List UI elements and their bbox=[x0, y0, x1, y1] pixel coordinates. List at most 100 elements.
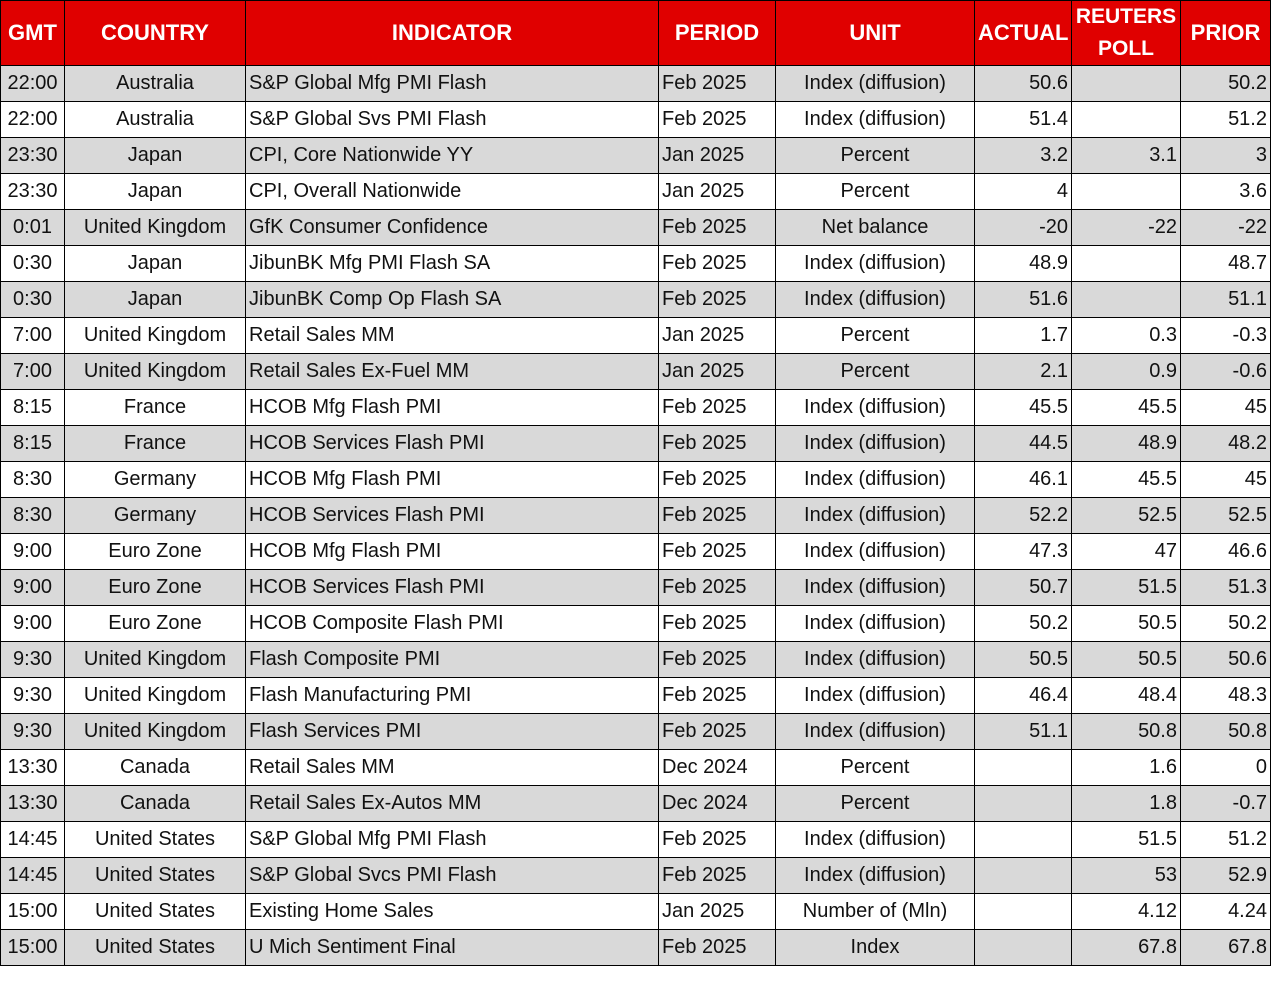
cell-country: Japan bbox=[64, 137, 246, 174]
table-row: 7:00 United Kingdom Retail Sales MM Jan 202… bbox=[0, 317, 1271, 354]
cell-actual: 2.1 bbox=[974, 353, 1072, 390]
cell-country: United Kingdom bbox=[64, 677, 246, 714]
cell-indicator: CPI, Overall Nationwide bbox=[245, 173, 659, 210]
table-row: 22:00 Australia S&P Global Svs PMI Flash Fe… bbox=[0, 101, 1271, 138]
cell-indicator: S&P Global Mfg PMI Flash bbox=[245, 821, 659, 858]
cell-prior: 51.2 bbox=[1180, 101, 1271, 138]
table-row: 9:00 Euro Zone HCOB Composite Flash PMI Feb… bbox=[0, 605, 1271, 642]
header-period: PERIOD bbox=[658, 0, 776, 66]
cell-reuters-poll: 67.8 bbox=[1071, 929, 1181, 966]
cell-reuters-poll bbox=[1071, 101, 1181, 138]
cell-country: United States bbox=[64, 857, 246, 894]
table-row: 15:00 United States U Mich Sentiment Final… bbox=[0, 929, 1271, 966]
cell-actual bbox=[974, 929, 1072, 966]
cell-actual: 52.2 bbox=[974, 497, 1072, 534]
cell-actual bbox=[974, 785, 1072, 822]
table-row: 8:15 France HCOB Services Flash PMI Feb 202… bbox=[0, 425, 1271, 462]
cell-prior: 3.6 bbox=[1180, 173, 1271, 210]
cell-period: Feb 2025 bbox=[658, 281, 776, 318]
cell-gmt: 7:00 bbox=[0, 353, 65, 390]
cell-actual bbox=[974, 821, 1072, 858]
cell-prior: -0.3 bbox=[1180, 317, 1271, 354]
cell-prior: 48.3 bbox=[1180, 677, 1271, 714]
cell-country: Australia bbox=[64, 65, 246, 102]
cell-country: Euro Zone bbox=[64, 569, 246, 606]
cell-actual bbox=[974, 893, 1072, 930]
cell-actual: 3.2 bbox=[974, 137, 1072, 174]
cell-gmt: 0:30 bbox=[0, 245, 65, 282]
cell-actual: 45.5 bbox=[974, 389, 1072, 426]
cell-indicator: HCOB Composite Flash PMI bbox=[245, 605, 659, 642]
cell-reuters-poll: 48.4 bbox=[1071, 677, 1181, 714]
cell-country: United States bbox=[64, 893, 246, 930]
header-indicator: INDICATOR bbox=[245, 0, 659, 66]
cell-unit: Index (diffusion) bbox=[775, 605, 975, 642]
cell-period: Feb 2025 bbox=[658, 245, 776, 282]
cell-reuters-poll: 50.5 bbox=[1071, 605, 1181, 642]
cell-gmt: 9:30 bbox=[0, 713, 65, 750]
cell-unit: Number of (Mln) bbox=[775, 893, 975, 930]
header-reuters-poll-line1: REUTERS bbox=[1075, 5, 1177, 28]
cell-indicator: S&P Global Svcs PMI Flash bbox=[245, 857, 659, 894]
cell-country: United Kingdom bbox=[64, 353, 246, 390]
table-row: 8:30 Germany HCOB Mfg Flash PMI Feb 2025 Ind… bbox=[0, 461, 1271, 498]
cell-country: Germany bbox=[64, 497, 246, 534]
cell-period: Dec 2024 bbox=[658, 749, 776, 786]
cell-period: Feb 2025 bbox=[658, 497, 776, 534]
cell-actual: 47.3 bbox=[974, 533, 1072, 570]
cell-actual: 51.4 bbox=[974, 101, 1072, 138]
cell-period: Feb 2025 bbox=[658, 641, 776, 678]
cell-gmt: 14:45 bbox=[0, 821, 65, 858]
cell-indicator: HCOB Mfg Flash PMI bbox=[245, 461, 659, 498]
cell-unit: Percent bbox=[775, 749, 975, 786]
cell-indicator: Existing Home Sales bbox=[245, 893, 659, 930]
table-row: 14:45 United States S&P Global Mfg PMI Fla… bbox=[0, 821, 1271, 858]
cell-indicator: HCOB Services Flash PMI bbox=[245, 425, 659, 462]
table-row: 13:30 Canada Retail Sales Ex-Autos MM Dec 2… bbox=[0, 785, 1271, 822]
cell-indicator: GfK Consumer Confidence bbox=[245, 209, 659, 246]
cell-country: United Kingdom bbox=[64, 209, 246, 246]
cell-unit: Percent bbox=[775, 317, 975, 354]
cell-indicator: S&P Global Mfg PMI Flash bbox=[245, 65, 659, 102]
cell-period: Feb 2025 bbox=[658, 389, 776, 426]
header-reuters-poll-line2: POLL bbox=[1098, 37, 1154, 60]
cell-reuters-poll bbox=[1071, 65, 1181, 102]
cell-period: Feb 2025 bbox=[658, 101, 776, 138]
cell-prior: 51.1 bbox=[1180, 281, 1271, 318]
cell-actual: 4 bbox=[974, 173, 1072, 210]
table-row: 8:30 Germany HCOB Services Flash PMI Feb 20… bbox=[0, 497, 1271, 534]
cell-gmt: 15:00 bbox=[0, 929, 65, 966]
cell-actual: 50.7 bbox=[974, 569, 1072, 606]
cell-reuters-poll: 50.8 bbox=[1071, 713, 1181, 750]
cell-actual: 46.4 bbox=[974, 677, 1072, 714]
table-row: 9:30 United Kingdom Flash Composite PMI Feb… bbox=[0, 641, 1271, 678]
cell-period: Feb 2025 bbox=[658, 65, 776, 102]
cell-prior: 50.2 bbox=[1180, 65, 1271, 102]
cell-gmt: 14:45 bbox=[0, 857, 65, 894]
cell-gmt: 22:00 bbox=[0, 65, 65, 102]
cell-prior: 51.2 bbox=[1180, 821, 1271, 858]
cell-period: Feb 2025 bbox=[658, 929, 776, 966]
cell-country: Euro Zone bbox=[64, 605, 246, 642]
cell-indicator: HCOB Services Flash PMI bbox=[245, 569, 659, 606]
cell-unit: Index (diffusion) bbox=[775, 569, 975, 606]
cell-reuters-poll: 52.5 bbox=[1071, 497, 1181, 534]
cell-actual: 50.5 bbox=[974, 641, 1072, 678]
cell-actual: 50.2 bbox=[974, 605, 1072, 642]
cell-period: Jan 2025 bbox=[658, 173, 776, 210]
table-row: 7:00 United Kingdom Retail Sales Ex-Fuel M… bbox=[0, 353, 1271, 390]
cell-indicator: Flash Composite PMI bbox=[245, 641, 659, 678]
cell-unit: Index (diffusion) bbox=[775, 713, 975, 750]
cell-prior: 52.5 bbox=[1180, 497, 1271, 534]
cell-unit: Percent bbox=[775, 173, 975, 210]
table-row: 23:30 Japan CPI, Core Nationwide YY Jan 202… bbox=[0, 137, 1271, 174]
cell-indicator: HCOB Mfg Flash PMI bbox=[245, 389, 659, 426]
cell-actual: 44.5 bbox=[974, 425, 1072, 462]
cell-reuters-poll bbox=[1071, 173, 1181, 210]
cell-gmt: 23:30 bbox=[0, 137, 65, 174]
cell-unit: Index (diffusion) bbox=[775, 533, 975, 570]
cell-indicator: JibunBK Comp Op Flash SA bbox=[245, 281, 659, 318]
cell-actual: 51.1 bbox=[974, 713, 1072, 750]
table-row: 0:01 United Kingdom GfK Consumer Confidenc… bbox=[0, 209, 1271, 246]
cell-period: Feb 2025 bbox=[658, 857, 776, 894]
